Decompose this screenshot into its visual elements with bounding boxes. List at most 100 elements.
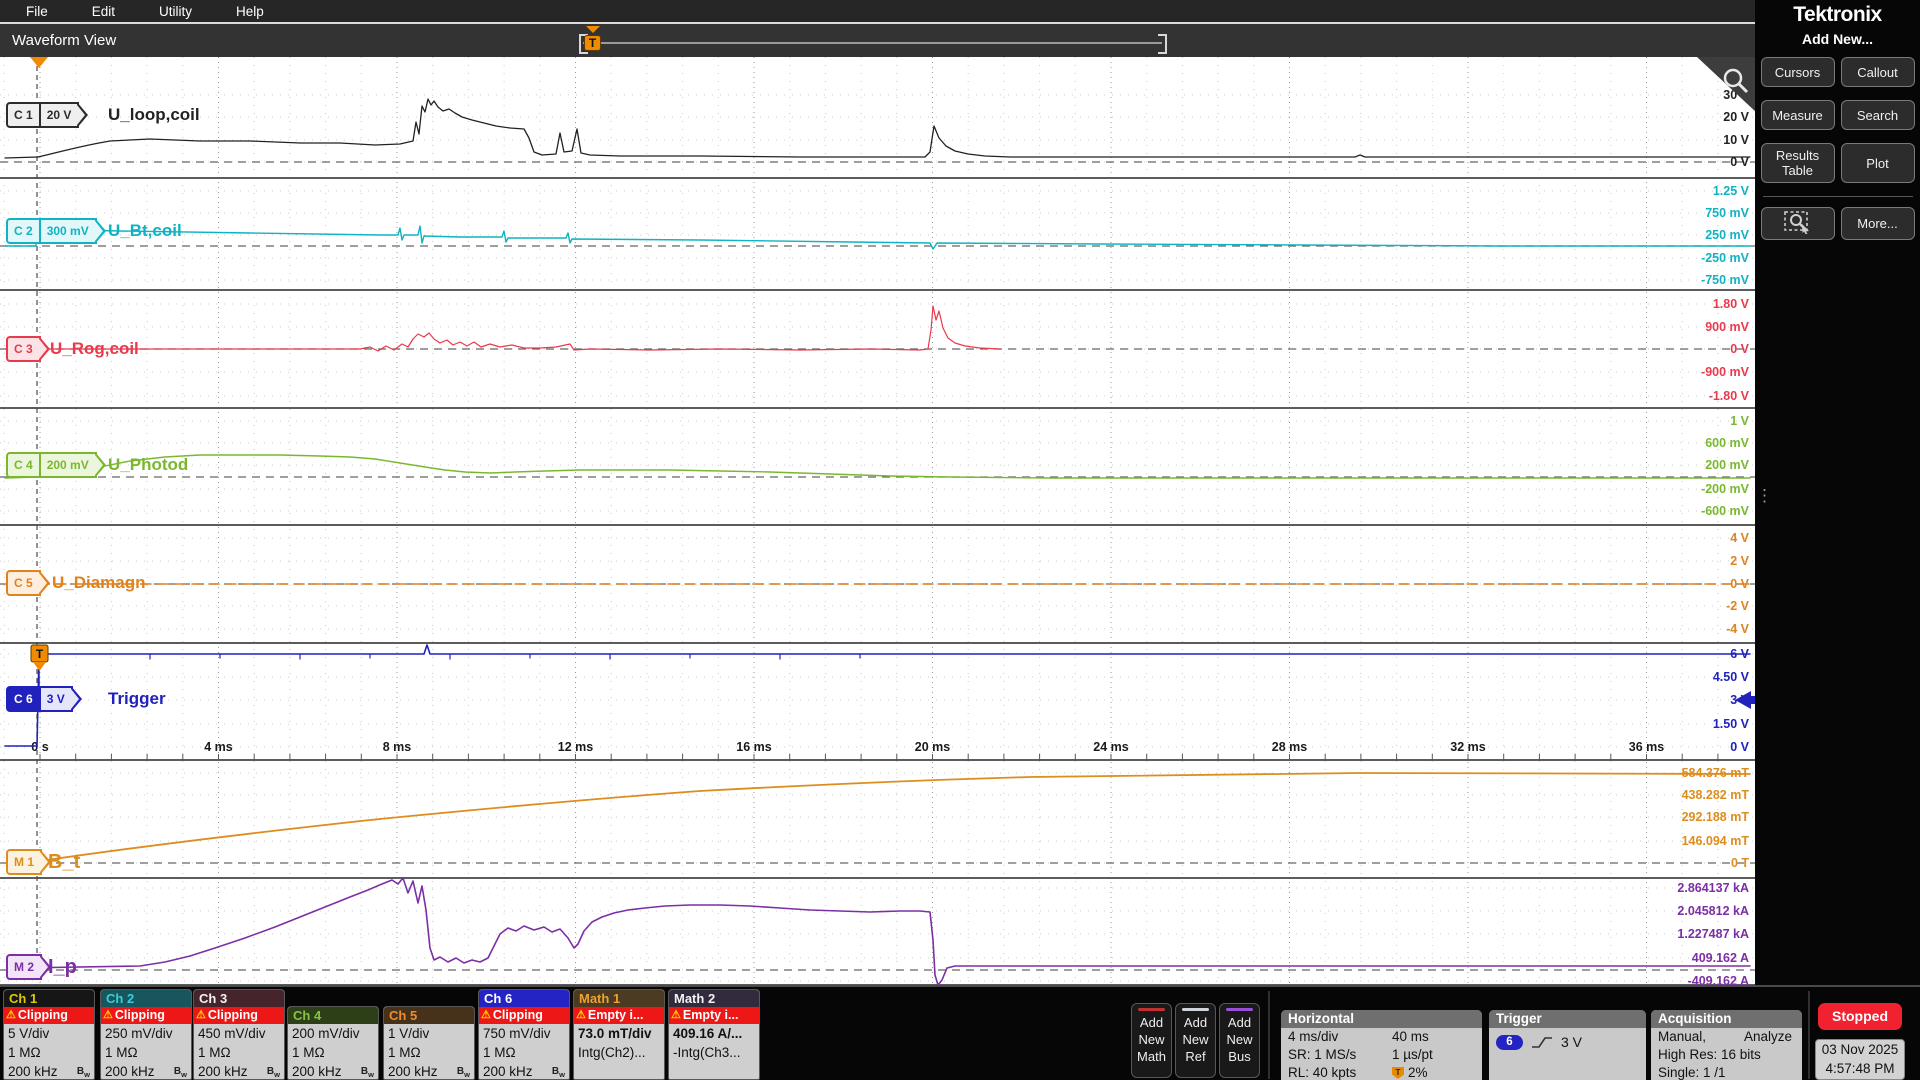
trigger-panel[interactable]: Trigger 6 3 V: [1489, 1010, 1646, 1080]
channel-badge-m2[interactable]: M 2: [6, 954, 52, 980]
more-button[interactable]: More...: [1840, 207, 1915, 240]
channel-card-ch3[interactable]: Ch 3 ⚠ Clipping 450 mV/div 1 MΩ 200 kHz Bw: [193, 989, 285, 1080]
add-new-cursors-button[interactable]: Cursors: [1760, 57, 1835, 87]
axis-label: 2 V: [1730, 554, 1749, 568]
card-row: 200 kHz Bw: [483, 1064, 565, 1079]
trigger-position-flag-icon[interactable]: T: [584, 35, 601, 51]
bandwidth-limit-icon: Bw: [76, 1066, 90, 1079]
axis-label: 10 V: [1723, 133, 1749, 147]
waveform-canvas[interactable]: 30 V20 V10 V0 V1.25 V750 mV250 mV-250 mV…: [0, 57, 1755, 985]
date-value: 03 Nov 2025: [1821, 1042, 1899, 1057]
horizontal-panel[interactable]: Horizontal 4 ms/div 40 ms SR: 1 MS/s 1 µs/p…: [1281, 1010, 1482, 1080]
add-new-bus-button[interactable]: Add New Bus: [1219, 1003, 1260, 1078]
bandwidth-limit-icon: Bw: [173, 1066, 187, 1079]
run-stop-button[interactable]: Stopped: [1818, 1003, 1902, 1030]
clipping-warning-badge: ⚠ Empty i...: [669, 1007, 759, 1024]
channel-name-label: Trigger: [108, 689, 166, 708]
axis-label: -250 mV: [1701, 251, 1750, 265]
time-axis-label: 36 ms: [1629, 740, 1664, 754]
acquisition-panel[interactable]: Acquisition Manual, Analyze High Res: 16…: [1651, 1010, 1802, 1080]
trigger-title: Trigger: [1489, 1010, 1646, 1028]
trigger-top-marker-icon: [30, 57, 48, 68]
clipping-warning-badge: ⚠ Clipping: [4, 1007, 94, 1024]
menu-help[interactable]: Help: [236, 4, 264, 19]
channel-badge-c2[interactable]: C 2 300 mV: [6, 218, 106, 244]
warning-icon: ⚠: [671, 1009, 681, 1021]
channel-badge-c4[interactable]: C 4 200 mV: [6, 452, 106, 478]
axis-label: 250 mV: [1705, 228, 1749, 242]
axis-label: 1.50 V: [1713, 717, 1750, 731]
card-title: Ch 4: [288, 1007, 378, 1024]
channel-card-ch4[interactable]: Ch 4 200 mV/div 1 MΩ 200 kHz Bw: [287, 1006, 379, 1080]
time-axis-label: 0 s: [31, 740, 48, 754]
axis-label: 1.25 V: [1713, 184, 1750, 198]
channel-card-ch5[interactable]: Ch 5 1 V/div 1 MΩ 200 kHz Bw: [383, 1006, 475, 1080]
waveform-plot[interactable]: 30 V 20 V 10 V0 V 1.25 V 750 mV 250 mV -250 mV…: [0, 57, 1755, 985]
add-new-callout-button[interactable]: Callout: [1840, 57, 1915, 87]
axis-label: -1.80 V: [1709, 389, 1750, 403]
acq-single: Single: 1 /1: [1658, 1065, 1726, 1080]
axis-label: -750 mV: [1701, 273, 1750, 287]
card-row: 1 V/div: [388, 1026, 430, 1041]
trigger-position-arrow-icon: [586, 26, 600, 33]
panel-resize-handle[interactable]: ⋮: [1756, 486, 1773, 506]
channel-badge-c3[interactable]: C 3: [6, 336, 50, 362]
time-value: 4:57:48 PM: [1825, 1061, 1895, 1076]
channel-card-math2[interactable]: Math 2 ⚠ Empty i... 409.16 A/... -Intg(Ch3..…: [668, 989, 760, 1080]
warning-icon: ⚠: [576, 1009, 586, 1021]
time-axis-label: 16 ms: [736, 740, 771, 754]
badge-id: C 4: [14, 458, 33, 472]
time-axis-label: 4 ms: [204, 740, 233, 754]
time-axis-label: 32 ms: [1450, 740, 1485, 754]
add-new-measure-button[interactable]: Measure: [1760, 100, 1835, 130]
clipping-warning-badge: ⚠ Clipping: [194, 1007, 284, 1024]
acq-resolution: High Res: 16 bits: [1658, 1047, 1761, 1062]
alert-text: Clipping: [207, 1008, 258, 1022]
axis-label: -900 mV: [1701, 365, 1750, 379]
card-row: 1 MΩ: [292, 1045, 325, 1060]
axis-label: 1.80 V: [1713, 297, 1750, 311]
channel-card-math1[interactable]: Math 1 ⚠ Empty i... 73.0 mT/div Intg(Ch2)...: [573, 989, 665, 1080]
axis-label: 2.864137 kA: [1677, 881, 1749, 895]
trigger-position-icon: T: [1392, 1067, 1404, 1079]
channel-card-ch2[interactable]: Ch 2 ⚠ Clipping 250 mV/div 1 MΩ 200 kHz Bw: [100, 989, 192, 1080]
channel-badge-c5[interactable]: C 5: [6, 570, 50, 596]
card-row: 73.0 mT/div: [578, 1026, 652, 1041]
channel-badge-c1[interactable]: C 1 20 V: [6, 102, 89, 128]
axis-label: 600 mV: [1705, 436, 1749, 450]
card-title: Ch 5: [384, 1007, 474, 1024]
datetime-display: 03 Nov 2025 4:57:48 PM: [1815, 1039, 1905, 1080]
strip-divider: [1808, 991, 1810, 1079]
channel-badge-m1[interactable]: M 1: [6, 849, 52, 875]
channel-name-label: U_Photod: [108, 455, 189, 474]
card-title: Ch 3: [194, 990, 284, 1007]
add-new-search-button[interactable]: Search: [1840, 100, 1915, 130]
corner-zoom-icon[interactable]: [1697, 57, 1755, 113]
horizontal-position-track[interactable]: [583, 42, 1162, 44]
tab-waveform-view[interactable]: Waveform View: [12, 32, 116, 49]
axis-label: 438.282 mT: [1682, 788, 1750, 802]
menu-file[interactable]: File: [26, 4, 48, 19]
add-new-math-button[interactable]: Add New Math: [1131, 1003, 1172, 1078]
menu-edit[interactable]: Edit: [92, 4, 115, 19]
add-new-plot-button[interactable]: Plot: [1840, 143, 1915, 183]
badge-id: C 6: [8, 688, 39, 710]
bandwidth-limit-icon: Bw: [360, 1066, 374, 1079]
card-title: Ch 2: [101, 990, 191, 1007]
bandwidth-limit-icon: Bw: [551, 1066, 565, 1079]
trigger-level-flag-icon[interactable]: T: [30, 644, 49, 688]
channel-name-label: U_Bt,coil: [108, 221, 182, 240]
channel-badge-c6[interactable]: C 63 V: [6, 686, 82, 712]
add-new-header: Add New...: [1801, 31, 1874, 47]
channel-card-ch6[interactable]: Ch 6 ⚠ Clipping 750 mV/div 1 MΩ 200 kHz Bw: [478, 989, 570, 1080]
zoom-select-button[interactable]: [1760, 207, 1835, 240]
add-new-ref-button[interactable]: Add New Ref: [1175, 1003, 1216, 1078]
card-row: 750 mV/div: [483, 1026, 551, 1041]
badge-scale: 300 mV: [38, 220, 95, 242]
add-new-results-table-button[interactable]: Results Table: [1760, 143, 1835, 183]
menu-utility[interactable]: Utility: [159, 4, 192, 19]
horizontal-row: RL: 40 kpts T 2%: [1288, 1065, 1428, 1080]
waveform-trace: [19, 877, 1751, 985]
channel-card-ch1[interactable]: Ch 1 ⚠ Clipping 5 V/div 1 MΩ 200 kHz Bw: [3, 989, 95, 1080]
waveform-trace: [4, 454, 1751, 479]
